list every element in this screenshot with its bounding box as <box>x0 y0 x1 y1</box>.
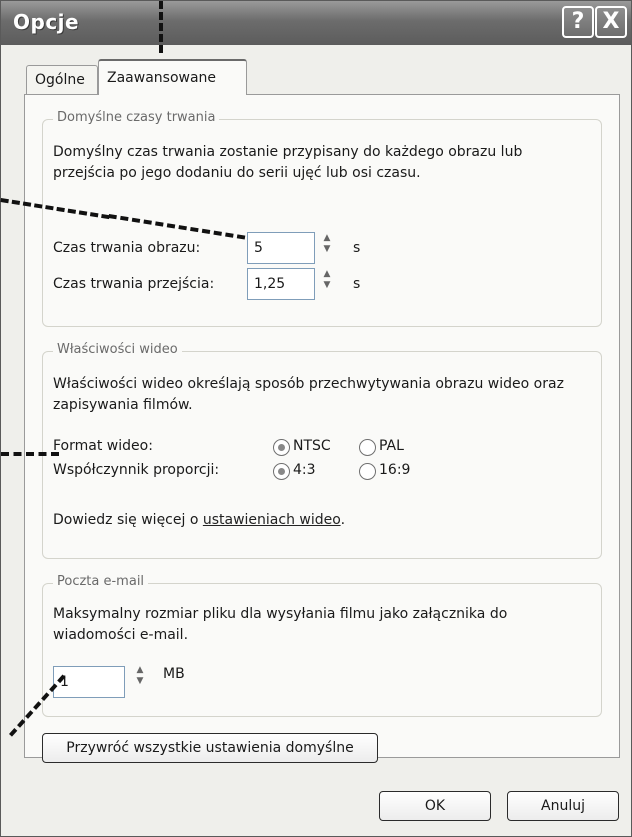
video-more-suffix: . <box>340 512 346 528</box>
tab-advanced-label: Zaawansowane <box>107 70 217 86</box>
tab-general[interactable]: Ogólne <box>26 65 98 94</box>
email-size-input[interactable]: 1 <box>53 666 125 698</box>
spin-up-icon[interactable]: ▲ <box>318 233 336 244</box>
spin-down-icon[interactable]: ▼ <box>318 280 336 291</box>
spin-up-icon[interactable]: ▲ <box>131 665 149 676</box>
help-icon: ? <box>571 9 585 34</box>
transition-duration-label: Czas trwania przejścia: <box>53 276 215 292</box>
transition-duration-input[interactable]: 1,25 <box>247 268 315 300</box>
email-legend: Poczta e-mail <box>53 574 149 589</box>
close-button[interactable]: X <box>595 6 627 38</box>
video-group: Właściwości wideo Właściwości wideo okre… <box>42 342 602 559</box>
spin-down-icon[interactable]: ▼ <box>318 244 336 255</box>
email-group: Poczta e-mail Maksymalny rozmiar pliku d… <box>42 574 602 717</box>
pal-radio[interactable] <box>359 439 376 456</box>
aspect-4-3-radio[interactable] <box>273 463 290 480</box>
pal-label[interactable]: PAL <box>379 436 404 457</box>
email-size-spinner[interactable]: ▲ ▼ <box>131 665 149 695</box>
durations-description: Domyślny czas trwania zostanie przypisan… <box>53 144 523 181</box>
video-format-label: Format wideo: <box>53 438 153 454</box>
cancel-button[interactable]: Anuluj <box>507 791 619 821</box>
transition-duration-unit: s <box>353 276 361 292</box>
image-duration-input[interactable]: 5 <box>247 232 315 264</box>
video-more-prefix: Dowiedz się więcej o <box>53 512 203 528</box>
callout-line-video <box>1 452 59 456</box>
video-settings-link[interactable]: ustawieniach wideo <box>203 512 341 528</box>
options-dialog: Opcje ? X Ogólne Zaawansowane Domyślne c… <box>0 0 632 837</box>
durations-legend: Domyślne czasy trwania <box>53 110 220 125</box>
ntsc-label[interactable]: NTSC <box>293 436 331 457</box>
title-bar[interactable]: Opcje ? X <box>1 1 631 45</box>
aspect-ratio-label: Współczynnik proporcji: <box>53 462 220 478</box>
aspect-16-9-radio[interactable] <box>359 463 376 480</box>
video-description: Właściwości wideo określają sposób przec… <box>53 376 564 413</box>
window-title: Opcje <box>13 10 80 34</box>
tab-general-label: Ogólne <box>35 72 85 88</box>
close-icon: X <box>602 9 620 34</box>
transition-duration-spinner[interactable]: ▲ ▼ <box>318 269 336 299</box>
image-duration-label: Czas trwania obrazu: <box>53 240 201 256</box>
restore-defaults-button[interactable]: Przywróć wszystkie ustawienia domyślne <box>42 733 378 763</box>
callout-line-top <box>159 1 163 53</box>
aspect-4-3-label[interactable]: 4:3 <box>293 460 316 481</box>
tab-panel: Domyślne czasy trwania Domyślny czas trw… <box>24 94 620 763</box>
spin-down-icon[interactable]: ▼ <box>131 676 149 687</box>
help-button[interactable]: ? <box>562 6 594 38</box>
ok-button[interactable]: OK <box>379 791 491 821</box>
image-duration-spinner[interactable]: ▲ ▼ <box>318 233 336 263</box>
email-size-unit: MB <box>163 666 185 682</box>
video-legend: Właściwości wideo <box>53 342 182 357</box>
aspect-16-9-label[interactable]: 16:9 <box>379 460 410 481</box>
video-more-info: Dowiedz się więcej o ustawieniach wideo. <box>53 510 345 531</box>
tab-advanced[interactable]: Zaawansowane <box>98 59 247 95</box>
email-description: Maksymalny rozmiar pliku dla wysyłania f… <box>53 606 508 643</box>
durations-group: Domyślne czasy trwania Domyślny czas trw… <box>42 110 602 327</box>
spin-up-icon[interactable]: ▲ <box>318 269 336 280</box>
image-duration-unit: s <box>353 240 361 256</box>
ntsc-radio[interactable] <box>273 439 290 456</box>
